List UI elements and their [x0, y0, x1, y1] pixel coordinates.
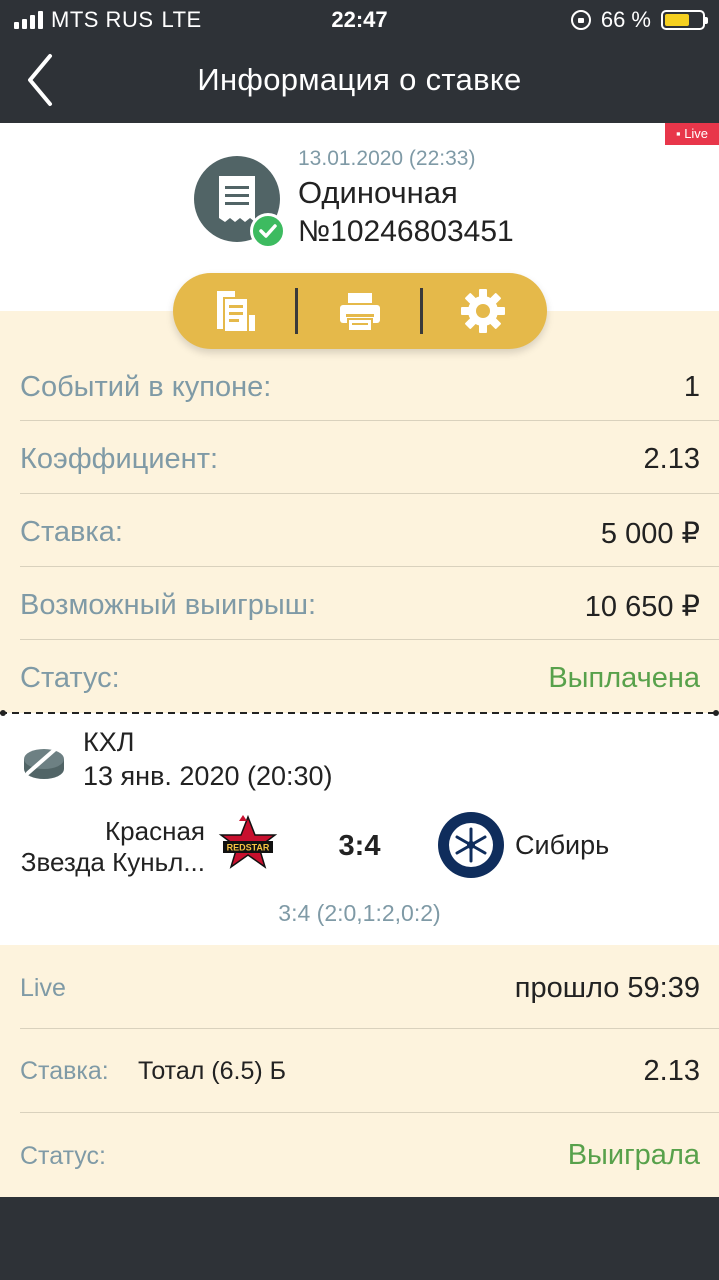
stake-value: 5 000 ₽ — [600, 518, 700, 550]
elapsed-time: прошло 59:39 — [514, 972, 700, 1004]
live-badge: ▪ Live — [665, 123, 719, 145]
events-value: 1 — [683, 371, 700, 403]
coefficient-value: 2.13 — [643, 443, 700, 475]
live-row: Live прошло 59:39 — [20, 945, 719, 1029]
coefficient-row: Коэффициент: 2.13 — [20, 421, 719, 494]
bet-details: Live прошло 59:39 Ставка: Тотал (6.5) Б … — [0, 945, 719, 1197]
bet-status-row: Статус: Выиграла — [20, 1113, 719, 1197]
events-label: Событий в купоне: — [20, 371, 272, 403]
possible-win-label: Возможный выигрыш: — [20, 589, 317, 621]
document-copy-icon — [217, 291, 255, 331]
status-value: Выплачена — [548, 662, 700, 694]
status-row: Статус: Выплачена — [20, 640, 719, 713]
battery-icon — [661, 10, 708, 30]
bet-row: Ставка: Тотал (6.5) Б 2.13 — [20, 1029, 719, 1113]
live-label: Live — [20, 974, 66, 1002]
possible-win-row: Возможный выигрыш: 10 650 ₽ — [20, 567, 719, 640]
nav-bar: Информация о ставке — [0, 40, 719, 123]
bet-market: Тотал (6.5) Б — [138, 1057, 287, 1085]
separator — [420, 288, 423, 334]
bet-type: Одиночная — [298, 175, 458, 210]
bet-date: 13.01.2020 (22:33) — [298, 147, 476, 170]
sibir-logo — [438, 812, 504, 878]
check-icon — [250, 213, 286, 249]
event-date: 13 янв. 2020 (20:30) — [83, 761, 333, 791]
copy-coupon-button[interactable] — [211, 287, 259, 335]
bet-label: Ставка: — [20, 1057, 109, 1085]
stake-row: Ставка: 5 000 ₽ — [20, 494, 719, 567]
bottom-bar — [0, 1197, 719, 1280]
status-label: Статус: — [20, 662, 120, 694]
rotation-lock-icon — [570, 10, 591, 30]
battery-level — [665, 14, 689, 26]
league-name: КХЛ — [83, 727, 135, 757]
bet-status-value: Выиграла — [567, 1139, 700, 1171]
possible-win-value: 10 650 ₽ — [584, 591, 700, 623]
page-title: Информация о ставке — [197, 62, 522, 97]
match-score: 3:4 — [338, 830, 381, 862]
bet-summary: Событий в купоне: 1 Коэффициент: 2.13 Ст… — [0, 311, 719, 713]
bet-number: №10246803451 — [298, 215, 514, 248]
action-toolbar — [173, 273, 547, 349]
hockey-puck-icon — [24, 743, 64, 779]
stake-label: Ставка: — [20, 516, 123, 548]
printer-icon — [340, 293, 380, 332]
separator — [295, 288, 298, 334]
status-bar: MTS RUS LTE 22:47 66 % — [0, 0, 719, 40]
event-card: КХЛ 13 янв. 2020 (20:30) Красная Звезда … — [0, 713, 719, 945]
print-button[interactable] — [336, 287, 384, 335]
bet-status-label: Статус: — [20, 1142, 106, 1170]
away-team: Сибирь — [515, 830, 610, 860]
battery-percent: 66 % — [600, 7, 651, 32]
dashed-divider — [0, 710, 719, 716]
coefficient-label: Коэффициент: — [20, 443, 219, 475]
settings-button[interactable] — [459, 287, 507, 335]
period-score: 3:4 (2:0,1:2,0:2) — [278, 900, 441, 926]
gear-icon — [461, 289, 505, 333]
bet-coefficient: 2.13 — [643, 1055, 700, 1087]
